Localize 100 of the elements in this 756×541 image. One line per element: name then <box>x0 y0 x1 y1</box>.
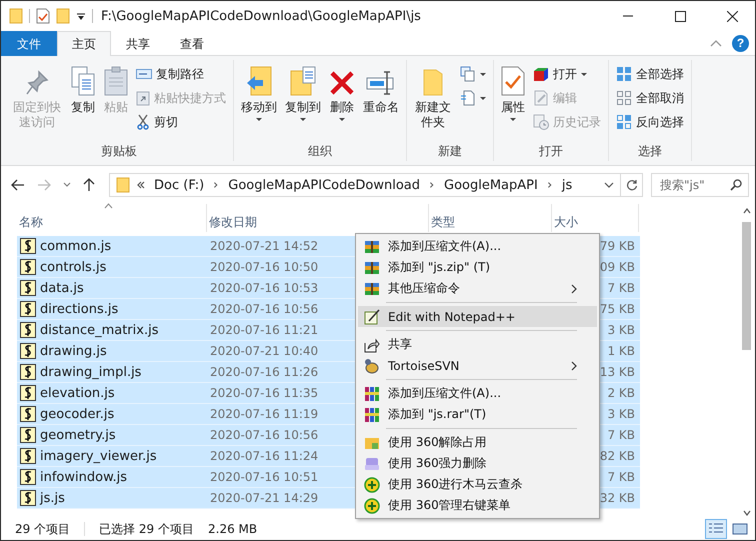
archive-icon <box>364 238 380 254</box>
up-arrow-icon[interactable] <box>81 178 97 192</box>
folder-icon[interactable] <box>56 8 70 24</box>
modified-date: 2020-07-16 10:56 <box>210 428 318 442</box>
selection-count: 已选择 29 个项目 <box>99 520 194 538</box>
column-header[interactable]: 名称 <box>17 204 207 232</box>
ribbon-button[interactable]: 复制 <box>67 60 99 115</box>
ribbon-button[interactable]: 删除 <box>326 60 358 121</box>
chevron-down-icon[interactable] <box>61 182 73 188</box>
double-chevron-icon <box>136 180 146 190</box>
search-icon <box>730 179 742 191</box>
folder-icon[interactable] <box>116 177 130 193</box>
modified-date: 2020-07-16 11:24 <box>210 449 318 463</box>
breadcrumb[interactable]: GoogleMapAPICodeDownload <box>226 178 422 192</box>
ribbon-button[interactable]: 复制到 <box>282 60 324 121</box>
folder-icon <box>422 68 444 96</box>
menu-item[interactable]: 添加到 "js.rar"(T) <box>358 404 597 425</box>
document-icon <box>460 90 476 106</box>
file-size: 75 KB <box>600 302 635 316</box>
back-icon[interactable] <box>9 179 27 191</box>
search-field[interactable]: 搜索"js" <box>651 173 749 197</box>
ribbon-tab[interactable]: 主页 <box>57 31 111 56</box>
path-icon <box>136 69 152 79</box>
item-count: 29 个项目 <box>15 520 70 538</box>
file-size: 3 KB <box>607 407 635 421</box>
script-file-icon <box>20 322 36 338</box>
file-size: 3 KB <box>607 323 635 337</box>
collapse-icon[interactable] <box>710 39 722 47</box>
archive-icon <box>364 260 380 276</box>
ribbon-button[interactable]: 复制路径 <box>133 64 229 84</box>
ribbon-button[interactable]: 新建文件夹 <box>411 60 455 130</box>
selection-size: 2.26 MB <box>208 522 258 536</box>
file-size: 7 KB <box>607 428 635 442</box>
checked-document-icon[interactable] <box>36 8 50 24</box>
ribbon-button[interactable]: 反向选择 <box>613 112 687 132</box>
customize-dropdown-icon[interactable] <box>76 11 86 21</box>
menu-item[interactable]: 其他压缩命令 <box>358 278 597 299</box>
file-name: drawing.js <box>40 344 107 358</box>
script-file-icon <box>20 490 36 506</box>
ribbon-button[interactable]: 移动到 <box>238 60 280 121</box>
file-name: drawing_impl.js <box>40 364 142 380</box>
archive-icon <box>364 280 380 296</box>
breadcrumb[interactable]: Doc (F:) <box>152 178 206 192</box>
ribbon-button[interactable]: 剪切 <box>133 112 229 132</box>
script-file-icon <box>20 385 36 401</box>
scroll-down-icon <box>742 508 752 518</box>
column-header[interactable]: 类型 <box>429 204 552 232</box>
column-header[interactable]: 修改日期 <box>207 204 429 232</box>
modified-date: 2020-07-16 11:35 <box>210 386 318 400</box>
chevron-down-icon <box>604 180 614 190</box>
scroll-up-icon <box>742 206 752 216</box>
script-file-icon <box>20 427 36 443</box>
rename-icon <box>366 70 396 96</box>
ribbon-button[interactable]: 属性 <box>498 60 528 121</box>
ribbon-button[interactable]: 打开 <box>530 64 604 84</box>
file-size: 82 KB <box>600 449 635 463</box>
group-label: 新建 <box>437 143 463 160</box>
ribbon-button[interactable]: 重命名 <box>360 60 402 115</box>
shortcut-icon <box>136 90 150 106</box>
ribbon-tab[interactable]: 共享 <box>111 31 165 56</box>
folder-pages-icon <box>289 66 317 96</box>
file-size: 13 KB <box>600 365 635 379</box>
file-size: 09 KB <box>600 260 635 274</box>
folder-arrow-icon <box>245 66 273 96</box>
breadcrumb[interactable]: js <box>560 178 574 192</box>
folder-icon[interactable] <box>9 8 23 24</box>
breadcrumb[interactable]: GoogleMapAPI <box>442 178 540 192</box>
turtle-icon <box>364 358 380 374</box>
file-size: 1 KB <box>607 344 635 358</box>
ribbon-tab[interactable]: 查看 <box>165 31 219 56</box>
cube-icon <box>533 66 549 82</box>
menu-item[interactable]: 添加到压缩文件(A)... <box>358 383 597 404</box>
script-file-icon <box>20 406 36 422</box>
script-file-icon <box>20 280 36 296</box>
script-file-icon <box>20 259 36 275</box>
file-size: 32 KB <box>600 491 635 505</box>
column-header[interactable]: 大小 <box>552 204 639 232</box>
stack-icon <box>460 66 476 82</box>
scrollbar-thumb[interactable] <box>742 222 751 350</box>
menu-item[interactable]: 添加到 "js.zip" (T) <box>358 257 597 278</box>
script-file-icon <box>20 469 36 485</box>
details-view-icon[interactable] <box>705 519 727 539</box>
ribbon-button[interactable]: 全部取消 <box>613 88 687 108</box>
menu-item[interactable]: Edit with Notepad++ <box>358 306 597 327</box>
address-bar[interactable]: Doc (F:) GoogleMapAPICodeDownload GoogleMapAPI js <box>109 173 643 197</box>
help-button[interactable]: ? <box>732 34 749 52</box>
script-file-icon <box>20 364 36 380</box>
ribbon-tab[interactable]: 文件 <box>1 31 57 56</box>
script-file-icon <box>20 343 36 359</box>
group-label: 组织 <box>307 143 333 160</box>
ribbon-button[interactable]: 全部选择 <box>613 64 687 84</box>
menu-item[interactable]: 添加到压缩文件(A)... <box>358 236 597 257</box>
file-name: geometry.js <box>40 428 116 442</box>
file-name: infowindow.js <box>40 470 128 484</box>
books-icon <box>364 406 380 422</box>
group-label: 选择 <box>637 143 663 160</box>
modified-date: 2020-07-16 11:19 <box>210 407 318 421</box>
books-icon <box>364 386 380 402</box>
dotted-grid-icon <box>616 90 632 106</box>
partial-grid-icon <box>616 114 632 130</box>
